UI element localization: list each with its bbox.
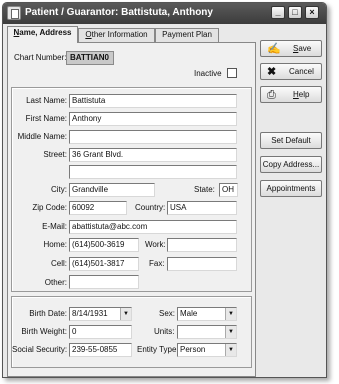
action-sidebar: ✍ Save ✖ Cancel ⎙ Help Set Default Copy …: [256, 32, 326, 377]
other-phone-field[interactable]: [69, 275, 139, 289]
title-bar[interactable]: Patient / Guarantor: Battistuta, Anthony…: [3, 3, 326, 24]
save-button[interactable]: ✍ Save: [260, 40, 322, 57]
tab-other-information-label: ther Information: [91, 30, 148, 39]
patient-guarantor-window: Patient / Guarantor: Battistuta, Anthony…: [2, 2, 327, 378]
social-security-field[interactable]: 239-55-0855: [69, 343, 132, 357]
demographics-group: Birth Date: 8/14/1931 ▼ Sex: Male ▼ Birt…: [11, 296, 252, 368]
dropdown-arrow-icon[interactable]: ▼: [225, 308, 236, 320]
help-printer-icon: ⎙: [267, 89, 276, 101]
fax-field[interactable]: [167, 257, 237, 271]
last-name-label: Last Name:: [26, 96, 67, 105]
street-label: Street:: [43, 150, 67, 159]
country-label: Country:: [135, 203, 166, 212]
inactive-label: Inactive: [194, 69, 222, 78]
first-name-label: First Name:: [25, 114, 67, 123]
dropdown-arrow-icon[interactable]: ▼: [225, 326, 236, 338]
set-default-button[interactable]: Set Default: [260, 132, 322, 149]
tab-strip: Name, Address Other Information Payment …: [7, 26, 253, 43]
entity-type-select[interactable]: Person ▼: [177, 343, 237, 357]
close-button[interactable]: ×: [305, 6, 319, 19]
chart-number-value: BATTIAN0: [66, 51, 114, 65]
units-select[interactable]: ▼: [177, 325, 237, 339]
help-label: elp: [298, 90, 310, 99]
email-label: E-Mail:: [42, 222, 67, 231]
middle-name-field[interactable]: [69, 130, 237, 144]
home-phone-field[interactable]: (614)500-3619: [69, 238, 139, 252]
state-field[interactable]: OH: [219, 183, 238, 197]
entity-type-label: Entity Type:: [137, 345, 179, 354]
copy-address-button[interactable]: Copy Address...: [260, 156, 322, 173]
birth-weight-label: Birth Weight:: [21, 327, 67, 336]
dropdown-arrow-icon[interactable]: ▼: [120, 308, 131, 320]
first-name-field[interactable]: Anthony: [69, 112, 237, 126]
social-security-label: Social Security:: [12, 345, 68, 354]
tab-name-address-label: ame, Address: [19, 28, 72, 37]
fax-label: Fax:: [149, 259, 165, 268]
street-line2-field[interactable]: [69, 165, 237, 179]
cell-phone-field[interactable]: (614)501-3817: [69, 257, 139, 271]
cancel-x-icon: ✖: [267, 66, 277, 78]
cancel-button[interactable]: ✖ Cancel: [260, 63, 322, 80]
window-title: Patient / Guarantor: Battistuta, Anthony: [25, 7, 213, 18]
appointments-button[interactable]: Appointments: [260, 180, 322, 197]
middle-name-label: Middle Name:: [17, 132, 67, 141]
sex-label: Sex:: [159, 309, 176, 318]
cancel-label: Cancel: [289, 67, 314, 76]
country-field[interactable]: USA: [167, 201, 237, 215]
zip-code-label: Zip Code:: [32, 203, 67, 212]
chart-number-label: Chart Number:: [14, 53, 67, 62]
app-icon: [7, 6, 21, 20]
tab-payment-plan[interactable]: Payment Plan: [155, 28, 219, 42]
birth-date-combo[interactable]: 8/14/1931 ▼: [69, 307, 132, 321]
tab-name-address[interactable]: Name, Address: [7, 26, 78, 43]
email-field[interactable]: abattistuta@abc.com: [69, 220, 237, 234]
sex-value: Male: [180, 309, 198, 318]
tab-payment-plan-label: Payment Plan: [162, 30, 212, 39]
last-name-field[interactable]: Battistuta: [69, 94, 237, 108]
work-phone-label: Work:: [145, 240, 166, 249]
name-address-panel: Chart Number: BATTIAN0 Inactive Last Nam…: [7, 42, 256, 377]
birth-date-label: Birth Date:: [29, 309, 67, 318]
other-phone-label: Other:: [44, 278, 67, 287]
street-line1-field[interactable]: 36 Grant Blvd.: [69, 148, 237, 162]
work-phone-field[interactable]: [167, 238, 237, 252]
tab-other-information[interactable]: Other Information: [78, 28, 155, 42]
save-icon: ✍: [267, 43, 281, 55]
city-field[interactable]: Grandville: [69, 183, 155, 197]
birth-weight-field[interactable]: 0: [69, 325, 132, 339]
zip-code-field[interactable]: 60092: [69, 201, 127, 215]
dropdown-arrow-icon[interactable]: ▼: [225, 344, 236, 356]
birth-date-value: 8/14/1931: [72, 309, 108, 318]
state-label: State:: [194, 185, 215, 194]
cell-phone-label: Cell:: [50, 259, 67, 268]
units-label: Units:: [154, 327, 175, 336]
inactive-checkbox[interactable]: [227, 68, 237, 78]
minimize-button[interactable]: _: [271, 6, 285, 19]
save-label: ave: [298, 44, 312, 53]
entity-type-value: Person: [180, 345, 206, 354]
maximize-button[interactable]: □: [288, 6, 302, 19]
city-label: City:: [51, 185, 67, 194]
home-phone-label: Home:: [43, 240, 67, 249]
address-group: Last Name: Battistuta First Name: Anthon…: [11, 87, 252, 292]
sex-select[interactable]: Male ▼: [177, 307, 237, 321]
help-button[interactable]: ⎙ Help: [260, 86, 322, 103]
